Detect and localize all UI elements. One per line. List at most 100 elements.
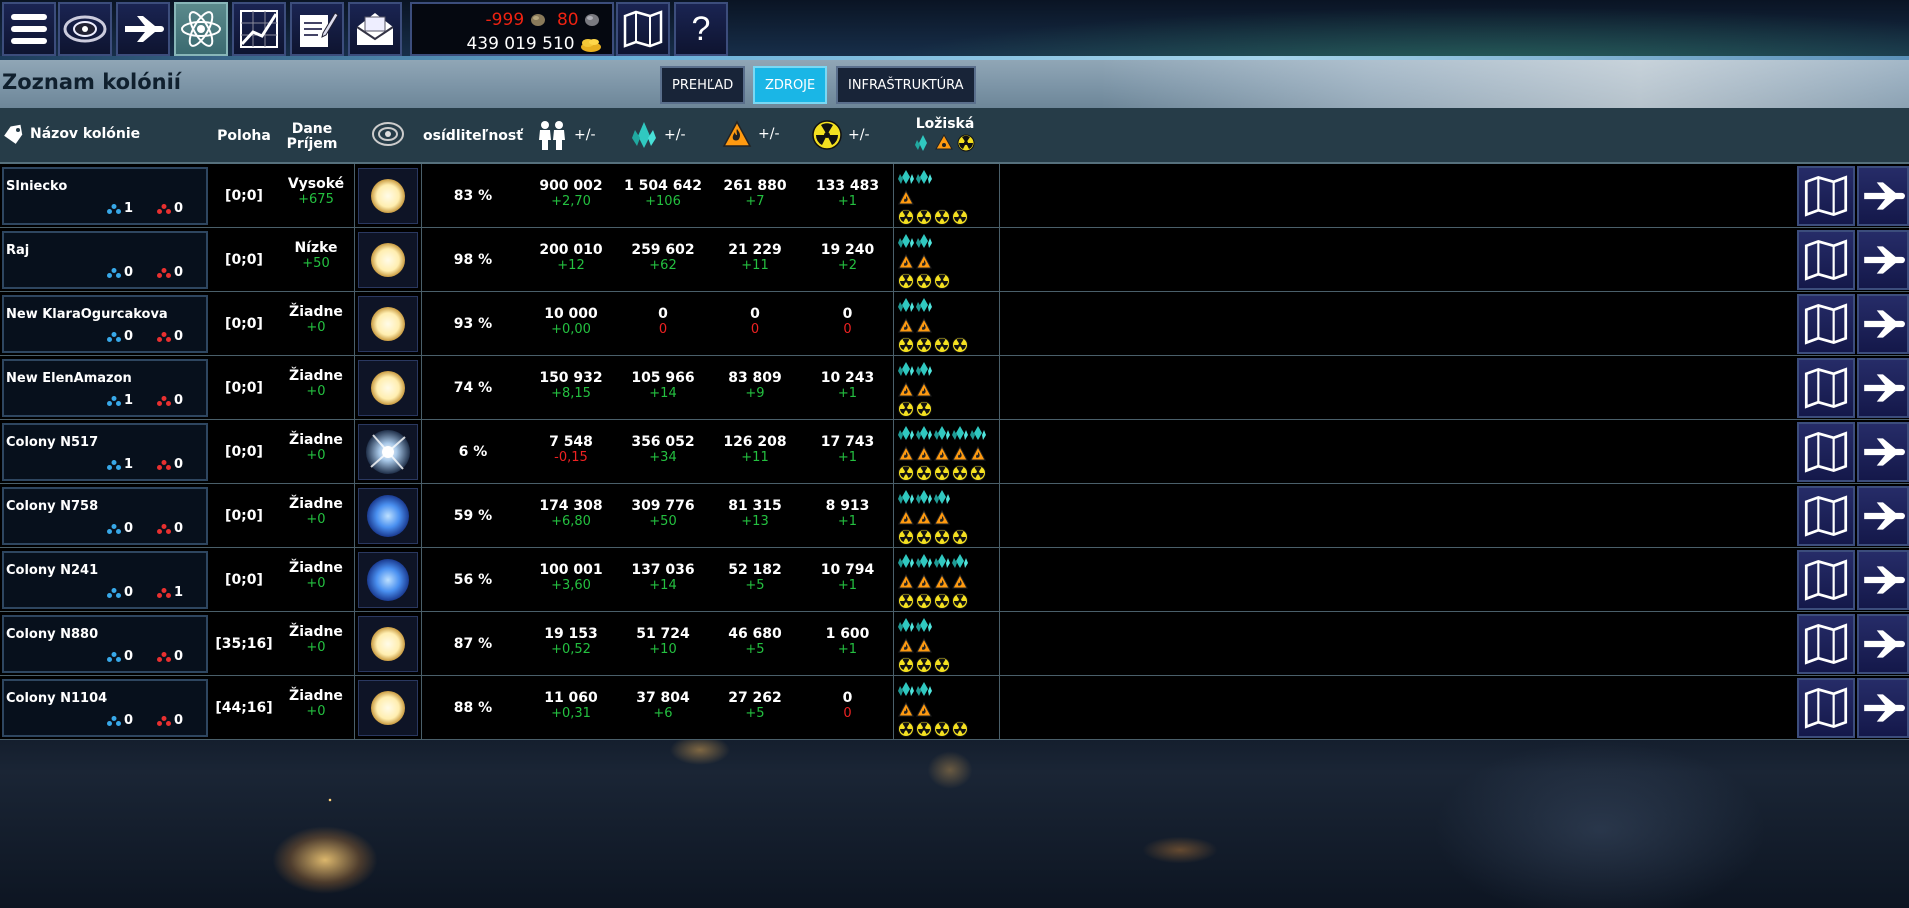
deposit-radiation-icon: [916, 657, 932, 673]
header-name[interactable]: Názov kolónie: [2, 124, 140, 144]
help-button[interactable]: ?: [674, 2, 728, 56]
colony-name-box[interactable]: Colony N880 0 0: [2, 615, 208, 673]
deposits-cell: [893, 676, 1000, 740]
header-deposits[interactable]: Ložiská: [900, 116, 990, 152]
gold-amount: 439 019 510: [466, 34, 575, 54]
menu-button[interactable]: [2, 2, 56, 56]
header-star[interactable]: [354, 120, 422, 148]
colony-fleet-button[interactable]: [1857, 422, 1909, 482]
galaxy-button[interactable]: [58, 2, 112, 56]
rad-delta: 0: [843, 322, 852, 337]
mail-button[interactable]: [348, 2, 402, 56]
map-button[interactable]: [616, 2, 670, 56]
notes-button[interactable]: [290, 2, 344, 56]
colony-name[interactable]: Colony N880: [6, 627, 98, 642]
header-population[interactable]: +/-: [536, 120, 596, 150]
table-row: Colony N880 0 0 [35;16] Žiadne +0 87 % 19 153 +0…: [0, 612, 1909, 676]
habitability-value: 98 %: [453, 252, 493, 268]
colony-name-box[interactable]: Colony N241 0 1: [2, 551, 208, 609]
deposit-radiation-icon: [934, 657, 950, 673]
colony-map-button[interactable]: [1797, 294, 1855, 354]
blue-units: 1: [107, 457, 133, 472]
deposit-crystal-icon: [934, 554, 950, 568]
colony-name-box[interactable]: Colony N758 0 0: [2, 487, 208, 545]
cry-cell: 356 052 +34: [618, 420, 708, 484]
header-tax[interactable]: Dane Príjem: [278, 122, 346, 152]
colony-name[interactable]: Colony N517: [6, 435, 98, 450]
colony-fleet-button[interactable]: [1857, 230, 1909, 290]
header-crystals[interactable]: +/-: [630, 120, 686, 150]
blue-units: 1: [107, 393, 133, 408]
colony-name[interactable]: Raj: [6, 243, 29, 258]
tab-infrastructure[interactable]: INFRAŠTRUKTÚRA: [836, 66, 976, 104]
deposit-crystal-icon: [898, 426, 914, 440]
colony-name[interactable]: Colony N1104: [6, 691, 107, 706]
map-icon: [1804, 175, 1848, 217]
colony-map-button[interactable]: [1797, 166, 1855, 226]
research-button[interactable]: [174, 2, 228, 56]
cry-cell: 137 036 +14: [618, 548, 708, 612]
colony-name[interactable]: Slniecko: [6, 179, 67, 194]
colony-map-button[interactable]: [1797, 422, 1855, 482]
colony-fleet-button[interactable]: [1857, 550, 1909, 610]
deposits-cell: [893, 420, 1000, 484]
cry-cell: 00: [618, 292, 708, 356]
pop-cell: 200 010 +12: [524, 228, 618, 292]
colony-fleet-button[interactable]: [1857, 166, 1909, 226]
colony-name[interactable]: Colony N758: [6, 499, 98, 514]
deposit-fuel-icon: [898, 445, 914, 460]
colony-fleet-button[interactable]: [1857, 614, 1909, 674]
map-icon: [1804, 495, 1848, 537]
colony-name[interactable]: Colony N241: [6, 563, 98, 578]
fuel-amount: 83 809: [728, 370, 782, 386]
header-fuel[interactable]: +/-: [722, 120, 780, 148]
tag-icon: [4, 124, 23, 144]
deposit-fuel-icon: [952, 573, 968, 588]
colony-map-button[interactable]: [1797, 358, 1855, 418]
colony-fleet-button[interactable]: [1857, 678, 1909, 738]
colony-map-button[interactable]: [1797, 230, 1855, 290]
fuel-amount: 46 680: [728, 626, 782, 642]
header-position[interactable]: Poloha: [210, 108, 278, 164]
colony-map-button[interactable]: [1797, 550, 1855, 610]
colony-name-box[interactable]: Raj 0 0: [2, 231, 208, 289]
deposit-fuel-icon: [916, 381, 932, 396]
colony-name-box[interactable]: Colony N517 1 0: [2, 423, 208, 481]
deposit-radiation-icon: [898, 465, 914, 481]
pop-cell: 174 308 +6,80: [524, 484, 618, 548]
colony-map-button[interactable]: [1797, 678, 1855, 738]
colony-name-box[interactable]: New ElenAmazon 1 0: [2, 359, 208, 417]
colony-name-box[interactable]: Colony N1104 0 0: [2, 679, 208, 737]
tab-overview[interactable]: PREHĽAD: [660, 66, 746, 104]
rad-amount: 0: [842, 306, 853, 322]
colony-name-cell: Slniecko 1 0: [0, 164, 210, 228]
tax-level: Nízke: [294, 240, 338, 256]
yellow-star-icon: [371, 691, 405, 725]
colony-name-box[interactable]: New KlaraOgurcakova 0 0: [2, 295, 208, 353]
tab-resources[interactable]: ZDROJE: [753, 66, 828, 104]
habitability-value: 6 %: [458, 444, 488, 460]
rad-cell: 19 240 +2: [802, 228, 893, 292]
fuel-delta: +9: [745, 386, 765, 401]
colony-fleet-button[interactable]: [1857, 486, 1909, 546]
colony-map-button[interactable]: [1797, 614, 1855, 674]
notes-icon: [300, 12, 339, 47]
colony-position: [0;0]: [225, 508, 263, 524]
header-habitability[interactable]: osídliteľnosť: [422, 108, 524, 164]
deposit-radiation-icon: [916, 401, 932, 417]
colony-fleet-button[interactable]: [1857, 294, 1909, 354]
fuel-amount: 126 208: [723, 434, 787, 450]
yellow-star-icon: [371, 627, 405, 661]
colony-fleet-button[interactable]: [1857, 358, 1909, 418]
colony-map-button[interactable]: [1797, 486, 1855, 546]
menu-icon: [11, 14, 47, 44]
header-radiation[interactable]: +/-: [812, 120, 870, 150]
pop-delta: -0,15: [554, 450, 588, 465]
blue-units-count: 0: [124, 329, 134, 344]
fleet-button[interactable]: [116, 2, 170, 56]
rad-cell: 10 243 +1: [802, 356, 893, 420]
statistics-button[interactable]: [232, 2, 286, 56]
colony-name-box[interactable]: Slniecko 1 0: [2, 167, 208, 225]
colony-name[interactable]: New KlaraOgurcakova: [6, 307, 168, 322]
colony-name[interactable]: New ElenAmazon: [6, 371, 132, 386]
